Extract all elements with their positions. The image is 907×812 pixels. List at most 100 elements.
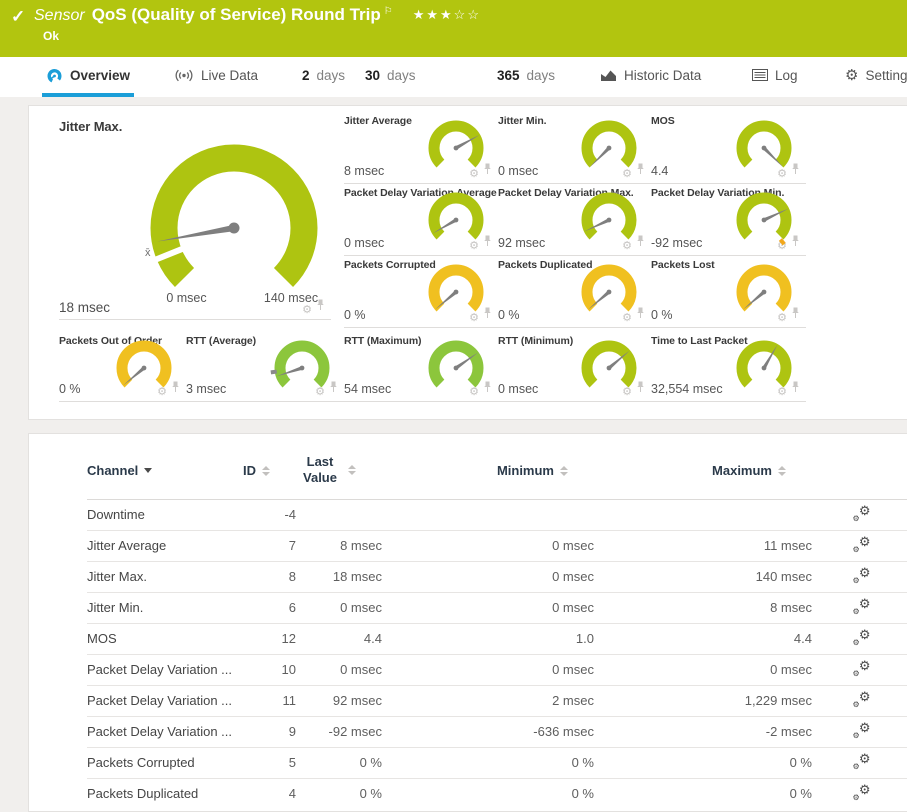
gauge-value: 0 msec — [498, 164, 538, 178]
cell-channel[interactable]: Packet Delay Variation ... — [87, 685, 242, 716]
gauge-cell-mos[interactable]: MOS 4.4 ⚙︎ — [651, 113, 806, 184]
column-header-maximum[interactable]: Maximum — [594, 434, 812, 499]
cell-actions — [812, 685, 907, 716]
cell-channel[interactable]: Downtime — [87, 499, 242, 530]
channel-settings-gears-icon[interactable] — [854, 785, 871, 800]
tab-historic-data[interactable]: Historic Data — [596, 57, 705, 93]
channel-settings-gears-icon[interactable] — [854, 661, 871, 676]
cell-channel[interactable]: Jitter Average — [87, 530, 242, 561]
tab-number: 365 — [497, 68, 520, 83]
gauge-arc — [424, 261, 488, 323]
sensor-header: ✓ SensorQoS (Quality of Service) Round T… — [0, 0, 907, 57]
gauge-title: Jitter Average — [344, 115, 412, 127]
cell-channel[interactable]: MOS — [87, 623, 242, 654]
tab-settings[interactable]: ⚙︎ Settings — [841, 57, 907, 93]
tab-label: Settings — [865, 68, 907, 83]
column-header-last-value[interactable]: Last Value — [296, 434, 382, 499]
gauge-cell-packets-corrupted[interactable]: Packets Corrupted 0 % ⚙︎ — [344, 257, 498, 328]
gauge-value: 8 msec — [344, 164, 384, 178]
tab-overview[interactable]: Overview — [42, 57, 134, 97]
gauge-title: Jitter Min. — [498, 115, 547, 127]
sort-icon — [778, 466, 786, 476]
status-ok-check-icon: ✓ — [11, 7, 25, 27]
cell-maximum — [594, 499, 812, 530]
cell-id: 5 — [242, 747, 296, 778]
tab-live-data[interactable]: Live Data — [170, 57, 262, 93]
cell-actions — [812, 716, 907, 747]
table-row-jitter-min: Jitter Min.60 msec0 msec8 msec — [87, 592, 907, 623]
gauge-cell-packets-lost[interactable]: Packets Lost 0 % ⚙︎ — [651, 257, 806, 328]
tab-2-days[interactable]: 2days — [298, 57, 349, 93]
gauge-arc — [424, 117, 488, 179]
gauge-title: RTT (Maximum) — [344, 335, 421, 347]
cell-last-value: 92 msec — [296, 685, 382, 716]
gauges-panel: Jitter Max. 0 msec 140 msec x̄ 18 msec ⚙… — [28, 105, 907, 420]
gauge-cell-jitter-min[interactable]: Jitter Min. 0 msec ⚙︎ — [498, 113, 651, 184]
channel-settings-gears-icon[interactable] — [854, 723, 871, 738]
gauge-cell-packets-duplicated[interactable]: Packets Duplicated 0 % ⚙︎ — [498, 257, 651, 328]
gauge-cell-jitter-average[interactable]: Jitter Average 8 msec ⚙︎ — [344, 113, 498, 184]
channel-settings-gears-icon[interactable] — [854, 599, 871, 614]
cell-channel[interactable]: Jitter Max. — [87, 561, 242, 592]
gauge-cell-rtt-average[interactable]: RTT (Average) 3 msec ⚙︎ — [186, 333, 344, 402]
gauge-value: 0 % — [344, 308, 366, 322]
gauge-title: RTT (Minimum) — [498, 335, 573, 347]
column-label: Maximum — [712, 463, 772, 478]
gauge-cell-packet-delay-variation-average[interactable]: Packet Delay Variation Average 0 msec ⚙︎ — [344, 185, 498, 256]
gauge-cell-rtt-maximum[interactable]: RTT (Maximum) 54 msec ⚙︎ — [344, 333, 498, 402]
channel-settings-gears-icon[interactable] — [854, 568, 871, 583]
gauge-cell-packet-delay-variation-max[interactable]: Packet Delay Variation Max. 92 msec ⚙︎ — [498, 185, 651, 256]
cell-channel[interactable]: Jitter Min. — [87, 592, 242, 623]
cell-channel[interactable]: Packet Delay Variation ... — [87, 716, 242, 747]
tab-30-days[interactable]: 30days — [361, 57, 420, 93]
column-header-id[interactable]: ID — [242, 434, 296, 499]
cell-channel[interactable]: Packets Corrupted — [87, 747, 242, 778]
gauge-cell-rtt-minimum[interactable]: RTT (Minimum) 0 msec ⚙︎ — [498, 333, 651, 402]
priority-stars[interactable]: ★★★☆☆ — [413, 7, 481, 22]
table-row-downtime: Downtime-4 — [87, 499, 907, 530]
cell-minimum: 1.0 — [382, 623, 594, 654]
table-row-packets-corrupted: Packets Corrupted50 %0 %0 % — [87, 747, 907, 778]
cell-id: 12 — [242, 623, 296, 654]
tab-label: Overview — [70, 68, 130, 83]
tab-label: days — [527, 68, 556, 83]
channel-settings-gears-icon[interactable] — [854, 630, 871, 645]
cell-channel[interactable]: Packets Duplicated — [87, 778, 242, 809]
table-row-jitter-max: Jitter Max.818 msec0 msec140 msec — [87, 561, 907, 592]
channel-settings-gears-icon[interactable] — [854, 506, 871, 521]
channel-settings-gears-icon[interactable] — [854, 537, 871, 552]
gauge-arc — [732, 189, 796, 251]
gauge-cell-packet-delay-variation-min[interactable]: Packet Delay Variation Min. -92 msec ⚙︎ — [651, 185, 806, 256]
gauge-cell-jitter-max[interactable]: Jitter Max. 0 msec 140 msec x̄ 18 msec ⚙… — [59, 113, 331, 320]
sort-icon — [560, 466, 568, 476]
flag-icon[interactable]: ⚐ — [384, 6, 393, 17]
gear-icon: ⚙︎ — [845, 68, 858, 83]
column-header-minimum[interactable]: Minimum — [382, 434, 594, 499]
tab-365-days[interactable]: 365 days — [493, 57, 559, 93]
gauge-title: RTT (Average) — [186, 335, 256, 347]
channel-settings-gears-icon[interactable] — [854, 692, 871, 707]
cell-last-value: 0 msec — [296, 654, 382, 685]
cell-channel[interactable]: Packet Delay Variation ... — [87, 654, 242, 685]
channel-settings-gears-icon[interactable] — [854, 754, 871, 769]
cell-id: 7 — [242, 530, 296, 561]
column-header-channel[interactable]: Channel — [87, 434, 242, 499]
gauge-value: 3 msec — [186, 382, 226, 396]
cell-minimum — [382, 499, 594, 530]
gauge-value: -92 msec — [651, 236, 702, 250]
column-header-actions — [812, 434, 907, 499]
table-row-packet-delay-variation: Packet Delay Variation ...100 msec0 msec… — [87, 654, 907, 685]
cell-minimum: 0 msec — [382, 592, 594, 623]
cell-maximum: 0 % — [594, 778, 812, 809]
cell-id: 10 — [242, 654, 296, 685]
gauge-cell-packets-out-of-order[interactable]: Packets Out of Order 0 % ⚙︎ — [59, 333, 186, 402]
gauge-arc — [270, 337, 334, 399]
gauge-cell-time-to-last-packet[interactable]: Time to Last Packet 32,554 msec ⚙︎ — [651, 333, 806, 402]
column-label: Minimum — [497, 463, 554, 478]
sensor-kicker: Sensor — [34, 7, 85, 24]
tab-log[interactable]: Log — [748, 57, 802, 93]
gauge-value: 54 msec — [344, 382, 391, 396]
table-row-packets-duplicated: Packets Duplicated40 %0 %0 % — [87, 778, 907, 809]
cell-id: 8 — [242, 561, 296, 592]
gauge-arc — [424, 189, 488, 251]
